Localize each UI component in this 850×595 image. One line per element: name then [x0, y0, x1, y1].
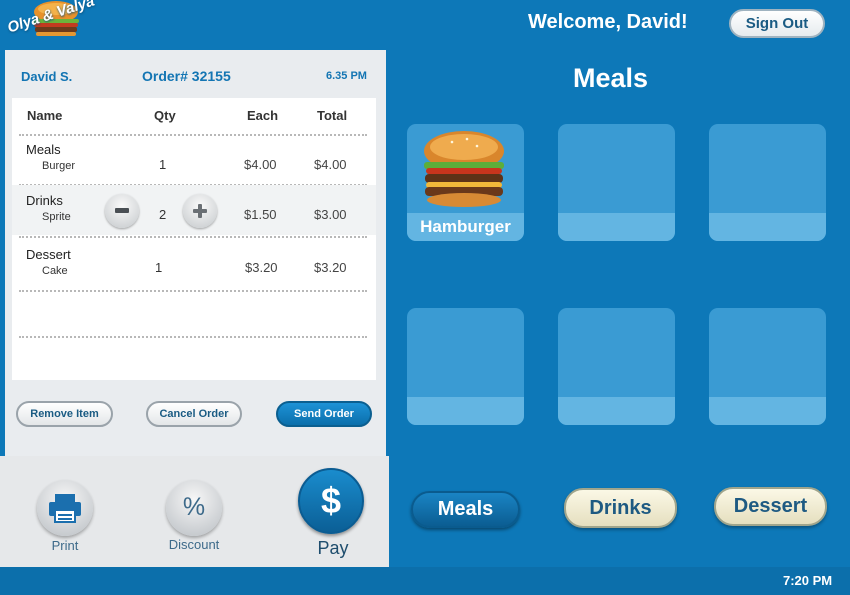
column-each: Each [247, 108, 279, 123]
divider [19, 134, 367, 136]
row-qty: 1 [155, 260, 163, 275]
order-panel: David S. Order# 32155 6.35 PM Name Qty E… [5, 50, 386, 456]
menu-tile-empty[interactable] [407, 308, 524, 425]
discount-label: Discount [168, 537, 220, 552]
row-item: Sprite [42, 211, 71, 223]
cancel-order-button[interactable]: Cancel Order [146, 401, 242, 427]
menu-title: Meals [573, 63, 649, 93]
remove-item-button[interactable]: Remove Item [16, 401, 113, 427]
clock: 7:20 PM [783, 573, 833, 588]
order-time: 6.35 PM [326, 70, 367, 82]
row-each: $4.00 [244, 157, 277, 172]
row-total: $4.00 [314, 157, 347, 172]
logo: Olya & Valya [4, 0, 104, 50]
row-item: Burger [42, 160, 76, 172]
plus-icon [193, 204, 207, 218]
printer-icon [49, 494, 81, 523]
tile-label-band [558, 213, 675, 241]
tile-label: Hamburger [420, 217, 511, 236]
tile-label-band [407, 397, 524, 425]
category-dessert-button[interactable]: Dessert [714, 487, 827, 526]
dollar-icon: $ [320, 480, 342, 521]
column-name: Name [27, 108, 63, 123]
row-qty: 2 [159, 207, 167, 222]
increase-qty-button[interactable] [183, 194, 217, 228]
divider [19, 336, 367, 338]
top-bar [0, 0, 850, 50]
menu-tile-empty[interactable] [709, 308, 826, 425]
row-total: $3.00 [314, 207, 347, 222]
order-number: Order# 32155 [142, 68, 231, 84]
tile-label-band [709, 397, 826, 425]
row-each: $3.20 [245, 260, 278, 275]
category-meals-button[interactable]: Meals [411, 491, 520, 528]
column-total: Total [317, 108, 348, 123]
menu-tile-hamburger[interactable]: Hamburger [407, 124, 524, 241]
welcome-message: Welcome, David! [528, 11, 688, 33]
category-drinks-button[interactable]: Drinks [564, 488, 677, 528]
decrease-qty-button[interactable] [105, 194, 139, 228]
divider [19, 290, 367, 292]
pay-button[interactable]: $ [298, 468, 364, 534]
row-category: Drinks [26, 193, 63, 208]
status-bar [0, 567, 850, 595]
discount-button[interactable]: % [166, 480, 222, 536]
row-category: Dessert [26, 247, 71, 262]
tile-label-band [709, 213, 826, 241]
print-button[interactable] [37, 480, 93, 536]
divider [19, 236, 367, 238]
row-each: $1.50 [244, 207, 277, 222]
menu-tile-empty[interactable] [709, 124, 826, 241]
menu-tile-empty[interactable] [558, 124, 675, 241]
row-category: Meals [26, 142, 61, 157]
pay-label: Pay [317, 538, 349, 558]
minus-icon [115, 208, 129, 213]
row-item: Cake [42, 265, 68, 277]
payment-bar: Print % Discount $ Pay [0, 456, 389, 567]
send-order-button[interactable]: Send Order [276, 401, 372, 427]
sign-out-button[interactable]: Sign Out [729, 9, 825, 38]
print-label: Print [51, 538, 79, 553]
column-qty: Qty [154, 108, 176, 123]
menu-tile-empty[interactable] [558, 308, 675, 425]
row-qty: 1 [159, 157, 167, 172]
hamburger-icon [424, 131, 504, 207]
order-table: Name Qty Each Total Meals Burger 1 $4.00… [12, 98, 376, 380]
customer-name: David S. [21, 69, 73, 84]
percent-icon: % [182, 493, 206, 521]
row-total: $3.20 [314, 260, 347, 275]
tile-label-band [558, 397, 675, 425]
